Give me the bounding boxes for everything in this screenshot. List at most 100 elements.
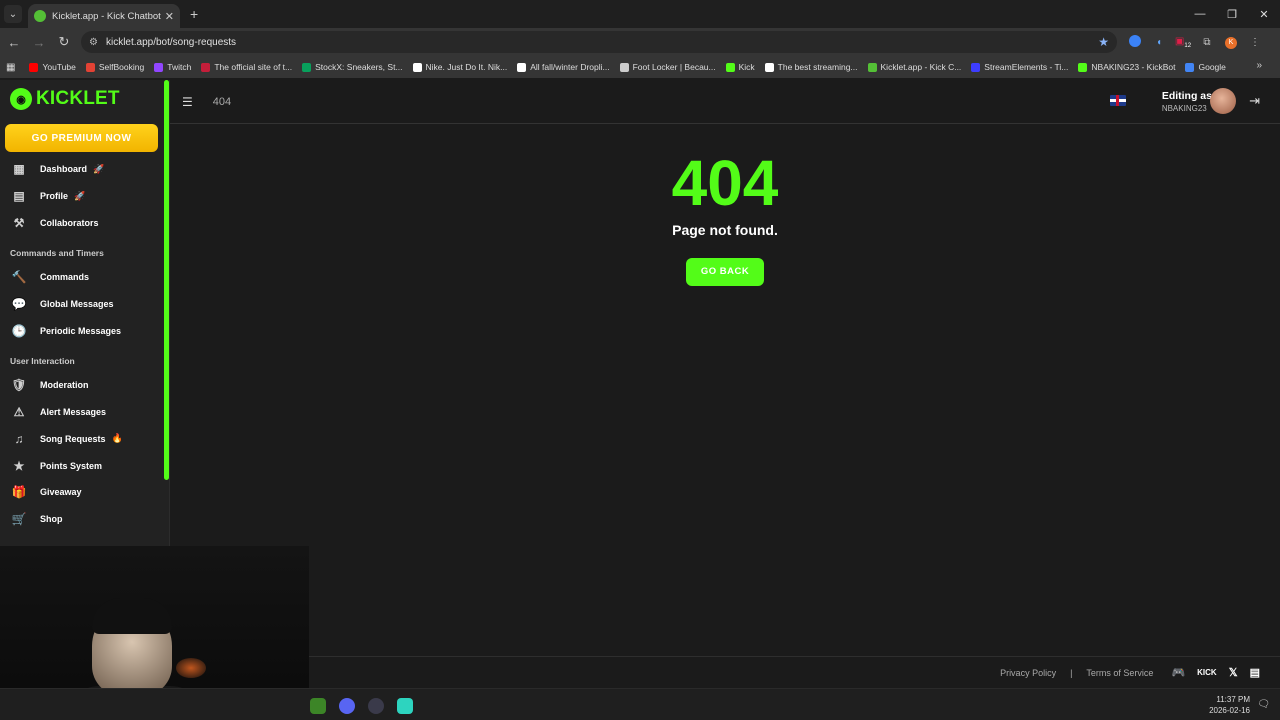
sidebar-item-label: Global Messages xyxy=(40,299,114,310)
sidebar-item-song-requests[interactable]: ♫ Song Requests 🔥 xyxy=(0,426,164,453)
extension-calendar-icon[interactable]: ▣12 xyxy=(1171,36,1195,49)
bookmark-item[interactable]: The best streaming... xyxy=(764,62,858,72)
bookmark-favicon-icon xyxy=(85,62,95,72)
song-requests-icon: ♫ xyxy=(14,431,24,446)
bookmark-item[interactable]: Foot Locker | Becau... xyxy=(619,62,716,72)
bookmark-label: Foot Locker | Becau... xyxy=(632,62,716,72)
bookmark-favicon-icon xyxy=(725,62,735,72)
sidebar-item-moderation[interactable]: 🛡 Moderation xyxy=(0,372,164,399)
profile-icon: ▤ xyxy=(13,189,25,204)
sidebar-item-giveaway[interactable]: 🎁 Giveaway xyxy=(0,479,164,506)
reload-icon[interactable]: ↻ xyxy=(53,34,75,50)
bookmark-item[interactable]: YouTube xyxy=(29,62,76,72)
go-premium-button[interactable]: GO PREMIUM NOW xyxy=(5,124,158,152)
extension-badge: 12 xyxy=(1184,42,1192,49)
system-clock[interactable]: 11:37 PM 2026-02-16 xyxy=(1209,694,1250,716)
browser-tab[interactable]: Kicklet.app - Kick Chatbot and ( ✕ xyxy=(28,4,180,28)
bookmark-star-icon[interactable]: ★ xyxy=(1098,35,1109,49)
forward-icon[interactable]: → xyxy=(28,35,50,50)
sidebar-item-dashboard[interactable]: ▦ Dashboard 🚀 xyxy=(0,156,164,183)
url-text[interactable]: kicklet.app/bot/song-requests xyxy=(106,37,1098,48)
logout-icon[interactable]: ⇥ xyxy=(1249,93,1260,109)
apps-grid-icon[interactable]: ▦ xyxy=(6,62,15,73)
bookmark-label: Kick xyxy=(738,62,755,72)
tab-search-icon[interactable]: ⌄ xyxy=(4,5,22,23)
editing-as-block[interactable]: Editing as NBAKING23 xyxy=(1162,90,1212,113)
bookmark-item[interactable]: Kicklet.app - Kick C... xyxy=(867,62,961,72)
points-system-icon: ★ xyxy=(13,458,25,473)
sidebar-item-points-system[interactable]: ★ Points System xyxy=(0,452,164,479)
extension-shield-icon[interactable] xyxy=(1123,34,1147,50)
page-header: ☰ 404 Editing as NBAKING23 ⇥ xyxy=(170,80,1280,124)
new-tab-icon[interactable]: + xyxy=(190,6,198,22)
extensions-puzzle-icon[interactable]: ⧉ xyxy=(1195,37,1219,48)
bookmark-item[interactable]: All fall/winter Dropli... xyxy=(517,62,610,72)
bookmark-label: The official site of t... xyxy=(214,62,293,72)
footer-separator: | xyxy=(1070,667,1073,678)
bookmark-favicon-icon xyxy=(412,62,422,72)
go-back-button[interactable]: GO BACK xyxy=(686,258,764,286)
sidebar-item-periodic-messages[interactable]: 🕒 Periodic Messages xyxy=(0,317,164,344)
profile-avatar[interactable]: K xyxy=(1219,36,1243,49)
language-flag-uk-icon[interactable] xyxy=(1110,95,1126,106)
toggle-sidebar-icon[interactable]: ☰ xyxy=(182,95,193,109)
discord-icon[interactable]: 🎮 xyxy=(1171,666,1185,679)
sidebar-item-label: Commands xyxy=(40,272,90,283)
bookmark-favicon-icon xyxy=(619,62,629,72)
bookmark-item[interactable]: Google xyxy=(1185,62,1226,72)
docs-icon[interactable]: ▤ xyxy=(1250,666,1260,679)
discord-taskbar-icon[interactable] xyxy=(339,698,355,714)
4k-app-taskbar-icon[interactable] xyxy=(368,698,384,714)
bookmark-favicon-icon xyxy=(517,62,527,72)
bookmark-item[interactable]: Nike. Just Do It. Nik... xyxy=(412,62,507,72)
tab-title: Kicklet.app - Kick Chatbot and ( xyxy=(52,10,161,22)
bookmark-item[interactable]: SelfBooking xyxy=(85,62,144,72)
sidebar-item-label: Song Requests xyxy=(40,433,106,444)
minimize-icon[interactable]: — xyxy=(1184,8,1216,20)
bookmark-item[interactable]: StreamElements - Ti... xyxy=(971,62,1068,72)
bookmark-favicon-icon xyxy=(971,62,981,72)
close-window-icon[interactable]: ✕ xyxy=(1248,8,1280,21)
bookmark-label: NBAKING23 - KickBot xyxy=(1091,62,1176,72)
editing-as-label: Editing as xyxy=(1161,90,1212,102)
app-taskbar-icon[interactable] xyxy=(397,698,413,714)
user-avatar[interactable] xyxy=(1210,88,1236,114)
commands-icon: 🔨 xyxy=(11,270,27,285)
webcam-light xyxy=(176,658,206,678)
restore-icon[interactable]: ❐ xyxy=(1216,8,1248,21)
sidebar-item-alert-messages[interactable]: ⚠ Alert Messages xyxy=(0,399,164,426)
sidebar-scrollbar[interactable] xyxy=(164,80,169,480)
sidebar-item-profile[interactable]: ▤ Profile 🚀 xyxy=(0,183,164,210)
sidebar-item-commands[interactable]: 🔨 Commands xyxy=(0,264,164,291)
kick-link[interactable]: KICK xyxy=(1197,668,1217,677)
bookmark-label: Twitch xyxy=(167,62,192,72)
bookmark-item[interactable]: Twitch xyxy=(154,62,191,72)
more-bookmarks-icon[interactable]: » xyxy=(1256,60,1262,71)
kicklet-logo[interactable]: ◉ KICKLET xyxy=(10,88,120,110)
x-icon[interactable]: 𝕏 xyxy=(1229,666,1238,679)
sidebar-item-collaborators[interactable]: ⚒ Collaborators xyxy=(0,209,164,236)
bookmark-label: The best streaming... xyxy=(777,62,858,72)
browser-menu-icon[interactable]: ⋮ xyxy=(1243,37,1267,48)
bookmark-item[interactable]: NBAKING23 - KickBot xyxy=(1078,62,1175,72)
bookmark-favicon-icon xyxy=(29,62,39,72)
bookmark-item[interactable]: The official site of t... xyxy=(201,62,292,72)
site-info-icon[interactable]: ⚙ xyxy=(89,37,98,48)
notifications-icon[interactable]: 🗨 xyxy=(1257,699,1270,710)
bookmark-item[interactable]: StockX: Sneakers, St... xyxy=(302,62,403,72)
os-taskbar: 11:37 PM 2026-02-16 🗨 xyxy=(0,688,1280,720)
sidebar-item-global-messages[interactable]: 💬 Global Messages xyxy=(0,291,164,318)
address-bar[interactable]: ⚙ kicklet.app/bot/song-requests ★ xyxy=(81,31,1117,53)
giveaway-icon: 🎁 xyxy=(11,485,27,500)
periodic-messages-icon: 🕒 xyxy=(11,323,27,338)
privacy-policy-link[interactable]: Privacy Policy xyxy=(1000,668,1056,678)
bookmark-item[interactable]: Kick xyxy=(725,62,755,72)
sidebar-item-shop[interactable]: 🛒 Shop xyxy=(0,506,164,533)
terms-of-service-link[interactable]: Terms of Service xyxy=(1086,668,1153,678)
kicklet-favicon-icon xyxy=(34,10,46,22)
back-icon[interactable]: ← xyxy=(3,35,25,50)
close-tab-icon[interactable]: ✕ xyxy=(165,10,174,23)
extension-audio-icon[interactable]: ◖ xyxy=(1147,37,1171,48)
extensions-area: ◖ ▣12 ⧉ K ⋮ xyxy=(1123,34,1267,50)
minecraft-taskbar-icon[interactable] xyxy=(310,698,326,714)
